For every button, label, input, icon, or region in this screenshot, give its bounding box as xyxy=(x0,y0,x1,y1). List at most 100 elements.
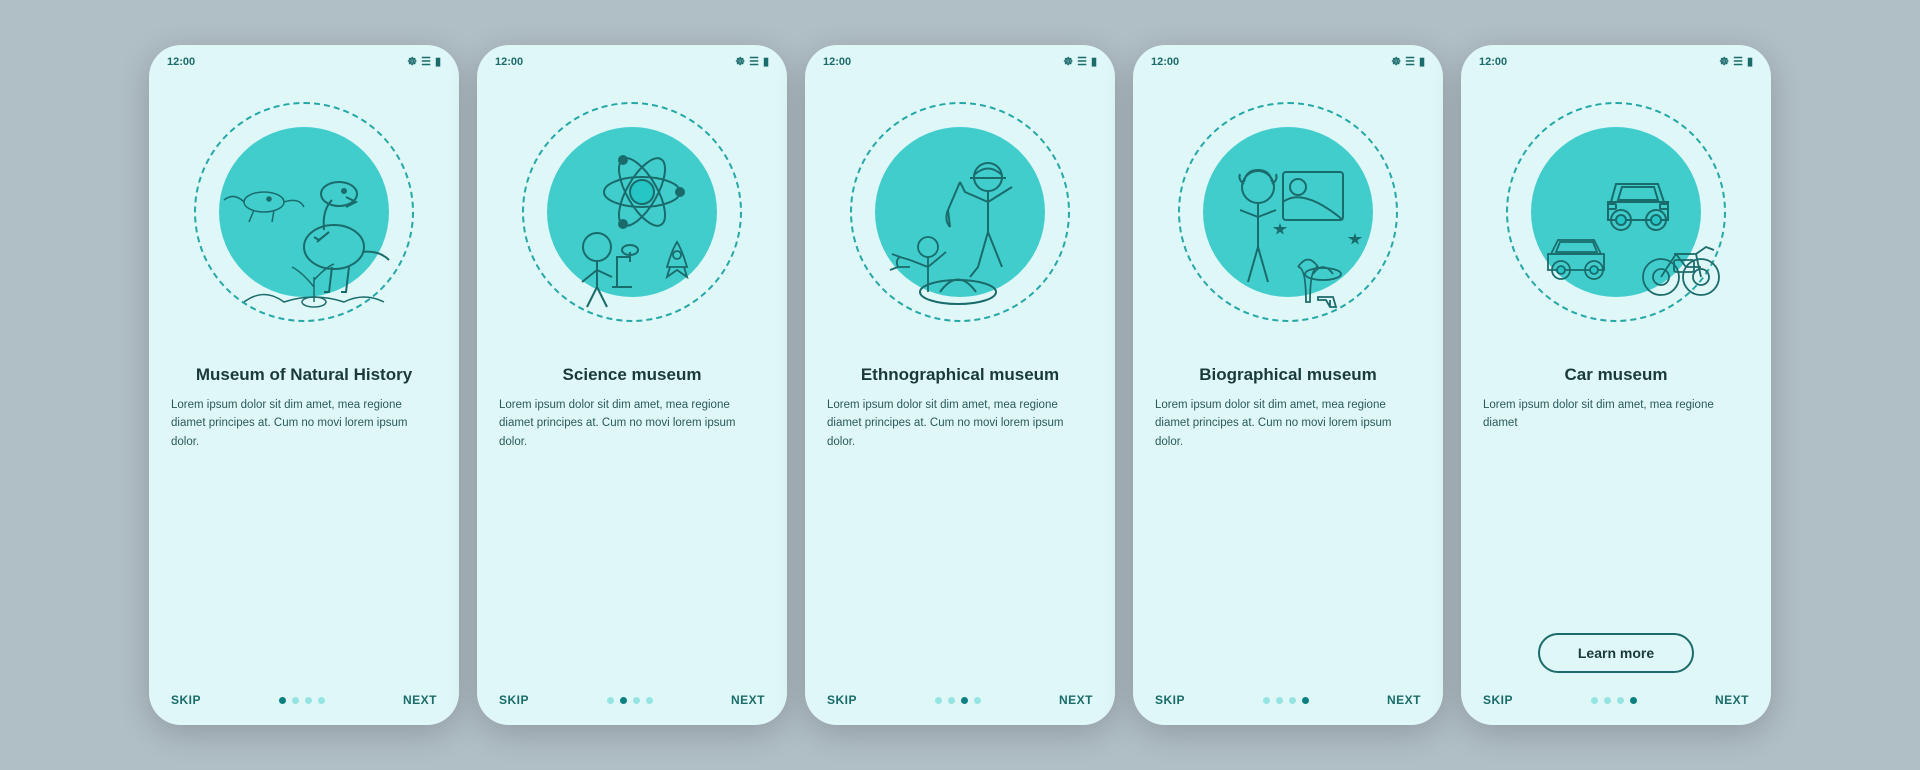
museum-title-4: Biographical museum xyxy=(1155,364,1421,386)
museum-desc-4: Lorem ipsum dolor sit dim amet, mea regi… xyxy=(1155,396,1421,681)
museum-desc-3: Lorem ipsum dolor sit dim amet, mea regi… xyxy=(827,396,1093,681)
skip-button-2[interactable]: SKIP xyxy=(499,693,529,707)
dot-1 xyxy=(1276,697,1283,704)
status-icons-4: ☸ ☰ ▮ xyxy=(1391,55,1425,68)
natural-history-svg xyxy=(184,92,424,332)
time-4: 12:00 xyxy=(1151,56,1179,68)
science-svg xyxy=(512,92,752,332)
next-button-3[interactable]: NEXT xyxy=(1059,693,1093,707)
skip-button-3[interactable]: SKIP xyxy=(827,693,857,707)
nav-dots-5 xyxy=(1591,697,1637,704)
phone-5: 12:00 ☸ ☰ ▮ xyxy=(1461,45,1771,725)
learn-more-button[interactable]: Learn more xyxy=(1538,633,1694,673)
status-icons-5: ☸ ☰ ▮ xyxy=(1719,55,1753,68)
museum-title-5: Car museum xyxy=(1483,364,1749,386)
wifi-icon-2: ☸ xyxy=(735,55,745,68)
dot-0 xyxy=(1263,697,1270,704)
dot-2 xyxy=(633,697,640,704)
illustration-car xyxy=(1461,72,1771,352)
wifi-icon-3: ☸ xyxy=(1063,55,1073,68)
status-bar-1: 12:00 ☸ ☰ ▮ xyxy=(149,45,459,72)
dot-3 xyxy=(646,697,653,704)
next-button-1[interactable]: NEXT xyxy=(403,693,437,707)
battery-icon-2: ▮ xyxy=(763,55,769,68)
status-icons-2: ☸ ☰ ▮ xyxy=(735,55,769,68)
museum-title-1: Museum of Natural History xyxy=(171,364,437,386)
dot-1 xyxy=(1604,697,1611,704)
skip-button-1[interactable]: SKIP xyxy=(171,693,201,707)
battery-icon: ▮ xyxy=(435,55,441,68)
museum-title-2: Science museum xyxy=(499,364,765,386)
wifi-icon-4: ☸ xyxy=(1391,55,1401,68)
status-bar-3: 12:00 ☸ ☰ ▮ xyxy=(805,45,1115,72)
time-2: 12:00 xyxy=(495,56,523,68)
museum-desc-5: Lorem ipsum dolor sit dim amet, mea regi… xyxy=(1483,396,1749,623)
next-button-5[interactable]: NEXT xyxy=(1715,693,1749,707)
phone-4-nav: SKIP NEXT xyxy=(1133,681,1443,725)
time-5: 12:00 xyxy=(1479,56,1507,68)
dot-3 xyxy=(1302,697,1309,704)
time-3: 12:00 xyxy=(823,56,851,68)
phone-2: 12:00 ☸ ☰ ▮ xyxy=(477,45,787,725)
phone-2-content: Science museum Lorem ipsum dolor sit dim… xyxy=(477,352,787,681)
illustration-biographical xyxy=(1133,72,1443,352)
battery-icon-5: ▮ xyxy=(1747,55,1753,68)
time-1: 12:00 xyxy=(167,56,195,68)
illustration-science xyxy=(477,72,787,352)
dot-2 xyxy=(1289,697,1296,704)
phone-3-nav: SKIP NEXT xyxy=(805,681,1115,725)
signal-icon-3: ☰ xyxy=(1077,55,1087,68)
museum-desc-1: Lorem ipsum dolor sit dim amet, mea regi… xyxy=(171,396,437,681)
skip-button-4[interactable]: SKIP xyxy=(1155,693,1185,707)
signal-icon-4: ☰ xyxy=(1405,55,1415,68)
phone-3-content: Ethnographical museum Lorem ipsum dolor … xyxy=(805,352,1115,681)
status-icons-3: ☸ ☰ ▮ xyxy=(1063,55,1097,68)
dot-3 xyxy=(318,697,325,704)
car-svg xyxy=(1496,92,1736,332)
dot-0 xyxy=(607,697,614,704)
biographical-svg xyxy=(1168,92,1408,332)
dot-1 xyxy=(292,697,299,704)
dot-3 xyxy=(1630,697,1637,704)
nav-dots-4 xyxy=(1263,697,1309,704)
phone-5-content: Car museum Lorem ipsum dolor sit dim ame… xyxy=(1461,352,1771,681)
phone-4-content: Biographical museum Lorem ipsum dolor si… xyxy=(1133,352,1443,681)
phone-2-nav: SKIP NEXT xyxy=(477,681,787,725)
nav-dots-2 xyxy=(607,697,653,704)
nav-dots-1 xyxy=(279,697,325,704)
museum-title-3: Ethnographical museum xyxy=(827,364,1093,386)
museum-desc-2: Lorem ipsum dolor sit dim amet, mea regi… xyxy=(499,396,765,681)
dot-3 xyxy=(974,697,981,704)
signal-icon: ☰ xyxy=(421,55,431,68)
ethnographical-svg xyxy=(840,92,1080,332)
next-button-4[interactable]: NEXT xyxy=(1387,693,1421,707)
wifi-icon: ☸ xyxy=(407,55,417,68)
phones-container: 12:00 ☸ ☰ ▮ xyxy=(129,25,1791,745)
signal-icon-5: ☰ xyxy=(1733,55,1743,68)
dot-2 xyxy=(961,697,968,704)
phone-1-content: Museum of Natural History Lorem ipsum do… xyxy=(149,352,459,681)
next-button-2[interactable]: NEXT xyxy=(731,693,765,707)
battery-icon-4: ▮ xyxy=(1419,55,1425,68)
phone-4: 12:00 ☸ ☰ ▮ xyxy=(1133,45,1443,725)
dot-2 xyxy=(1617,697,1624,704)
dot-1 xyxy=(620,697,627,704)
status-bar-2: 12:00 ☸ ☰ ▮ xyxy=(477,45,787,72)
skip-button-5[interactable]: SKIP xyxy=(1483,693,1513,707)
nav-dots-3 xyxy=(935,697,981,704)
status-bar-4: 12:00 ☸ ☰ ▮ xyxy=(1133,45,1443,72)
dot-0 xyxy=(1591,697,1598,704)
dot-0 xyxy=(935,697,942,704)
phone-3: 12:00 ☸ ☰ ▮ xyxy=(805,45,1115,725)
illustration-natural-history xyxy=(149,72,459,352)
illustration-ethnographical xyxy=(805,72,1115,352)
phone-5-nav: SKIP NEXT xyxy=(1461,681,1771,725)
status-bar-5: 12:00 ☸ ☰ ▮ xyxy=(1461,45,1771,72)
battery-icon-3: ▮ xyxy=(1091,55,1097,68)
status-icons-1: ☸ ☰ ▮ xyxy=(407,55,441,68)
wifi-icon-5: ☸ xyxy=(1719,55,1729,68)
phone-1-nav: SKIP NEXT xyxy=(149,681,459,725)
phone-1: 12:00 ☸ ☰ ▮ xyxy=(149,45,459,725)
dot-2 xyxy=(305,697,312,704)
signal-icon-2: ☰ xyxy=(749,55,759,68)
